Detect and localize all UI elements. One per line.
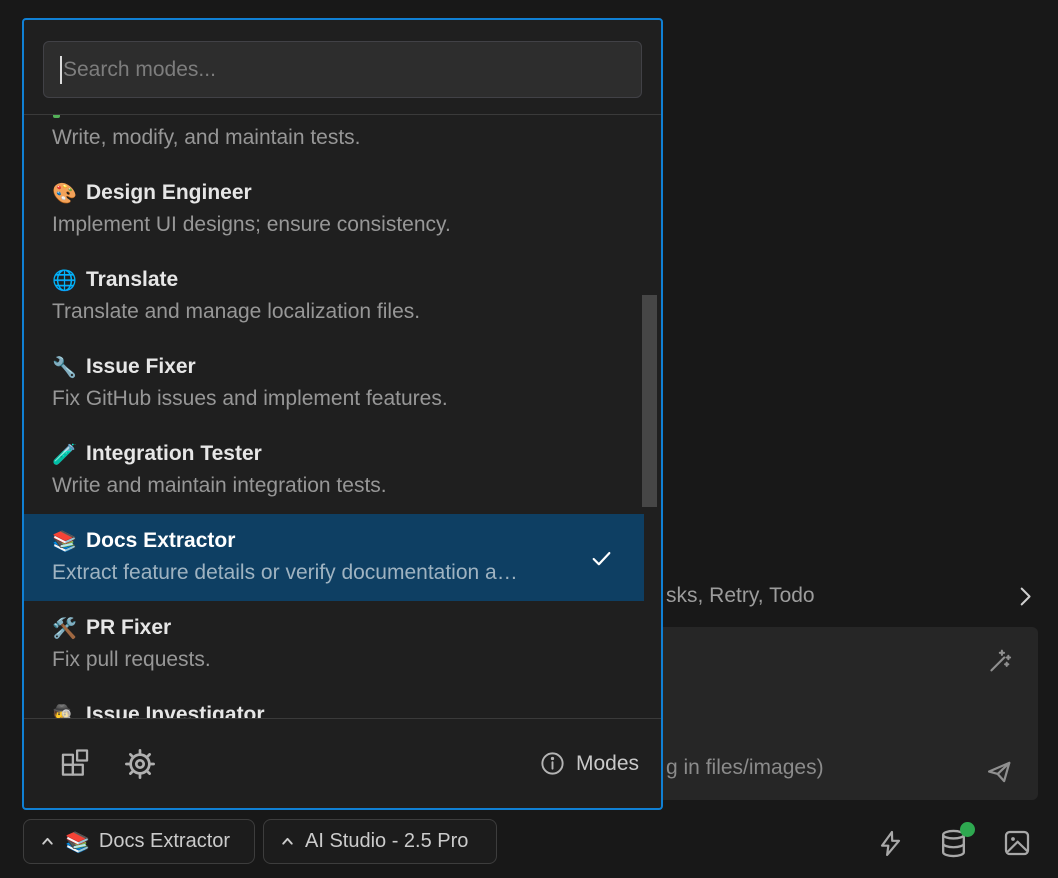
mode-description: Implement UI designs; ensure consistency…: [52, 212, 633, 238]
mode-item-pr-fixer[interactable]: 🛠️ PR Fixer Fix pull requests.: [24, 601, 661, 688]
gear-icon[interactable]: [123, 747, 157, 781]
mode-item-docs-extractor-selected[interactable]: 📚 Docs Extractor Extract feature details…: [24, 514, 644, 601]
mode-title: 🧪 Integration Tester: [52, 441, 633, 467]
mode-description: Fix GitHub issues and implement features…: [52, 386, 633, 412]
books-emoji-icon: 📚: [52, 528, 78, 554]
mode-title: 🔧 Issue Fixer: [52, 354, 633, 380]
mode-title: 🌐 Translate: [52, 267, 633, 293]
app-screen: sks, Retry, Todo g in files/images): [0, 0, 1058, 878]
extensions-icon[interactable]: [58, 747, 92, 781]
info-icon: [539, 750, 566, 777]
green-status-dot: [960, 822, 975, 837]
mode-description: Write, modify, and maintain tests.: [52, 125, 633, 151]
mode-title: 📚 Docs Extractor: [52, 528, 616, 554]
wrench-emoji-icon: 🔧: [52, 354, 78, 380]
check-icon: [589, 546, 614, 571]
search-area: [24, 20, 661, 114]
clipped-emoji-sliver: [53, 115, 60, 118]
mode-description: Write and maintain integration tests.: [52, 473, 633, 499]
mode-description: Translate and manage localization files.: [52, 299, 633, 325]
mode-name: Integration Tester: [86, 441, 262, 467]
mode-list: Write, modify, and maintain tests. 🎨 Des…: [24, 114, 661, 718]
modes-label: Modes: [576, 752, 639, 776]
mode-description: Fix pull requests.: [52, 647, 633, 673]
mode-name: Design Engineer: [86, 180, 252, 206]
text-caret: [60, 56, 62, 84]
wand-sparkles-icon[interactable]: [985, 647, 1013, 675]
mode-item-partial-top[interactable]: Write, modify, and maintain tests.: [24, 114, 661, 166]
mode-item-translate[interactable]: 🌐 Translate Translate and manage localiz…: [24, 253, 661, 340]
status-bar-icons: [876, 827, 1032, 859]
image-icon[interactable]: [1002, 828, 1032, 858]
detective-emoji-icon: 🕵️: [52, 702, 78, 718]
mode-description: Extract feature details or verify docume…: [52, 560, 616, 586]
palette-emoji-icon: 🎨: [52, 180, 78, 206]
mode-title: 🛠️ PR Fixer: [52, 615, 633, 641]
mode-name: Docs Extractor: [86, 528, 235, 554]
chevron-right-icon[interactable]: [1011, 583, 1038, 610]
mode-title: [52, 114, 633, 119]
search-box: [43, 41, 642, 98]
mode-name: Issue Fixer: [86, 354, 196, 380]
mode-selector-button[interactable]: 📚 Docs Extractor: [23, 819, 255, 864]
mode-picker-popup: Write, modify, and maintain tests. 🎨 Des…: [22, 18, 663, 810]
mode-title: 🕵️ Issue Investigator: [52, 702, 633, 718]
lightning-icon[interactable]: [876, 828, 905, 859]
mode-item-design-engineer[interactable]: 🎨 Design Engineer Implement UI designs; …: [24, 166, 661, 253]
books-emoji-icon: 📚: [65, 830, 90, 854]
test-tube-emoji-icon: 🧪: [52, 441, 78, 467]
mode-name: PR Fixer: [86, 615, 171, 641]
footer-actions: [58, 747, 157, 781]
popup-footer: Modes: [24, 718, 661, 808]
mode-title: 🎨 Design Engineer: [52, 180, 633, 206]
mode-name: Translate: [86, 267, 178, 293]
auto-approve-row[interactable]: sks, Retry, Todo: [666, 580, 1038, 612]
modes-info[interactable]: Modes: [539, 750, 639, 777]
chat-placeholder-text: g in files/images): [666, 756, 824, 780]
mode-item-issue-investigator[interactable]: 🕵️ Issue Investigator: [24, 688, 661, 718]
mode-selector-label: Docs Extractor: [99, 830, 230, 853]
mode-item-integration-tester[interactable]: 🧪 Integration Tester Write and maintain …: [24, 427, 661, 514]
chevron-up-icon: [279, 833, 296, 850]
model-selector-label: AI Studio - 2.5 Pro: [305, 830, 468, 853]
database-icon[interactable]: [938, 828, 969, 859]
mode-name: Issue Investigator: [86, 702, 265, 718]
search-input[interactable]: [44, 42, 641, 97]
globe-emoji-icon: 🌐: [52, 267, 78, 293]
send-icon[interactable]: [985, 758, 1013, 786]
scrollbar-thumb[interactable]: [642, 295, 657, 507]
mode-item-issue-fixer[interactable]: 🔧 Issue Fixer Fix GitHub issues and impl…: [24, 340, 661, 427]
chevron-up-icon: [39, 833, 56, 850]
hammer-wrench-emoji-icon: 🛠️: [52, 615, 78, 641]
model-selector-button[interactable]: AI Studio - 2.5 Pro: [263, 819, 497, 864]
auto-approve-text: sks, Retry, Todo: [666, 584, 815, 608]
